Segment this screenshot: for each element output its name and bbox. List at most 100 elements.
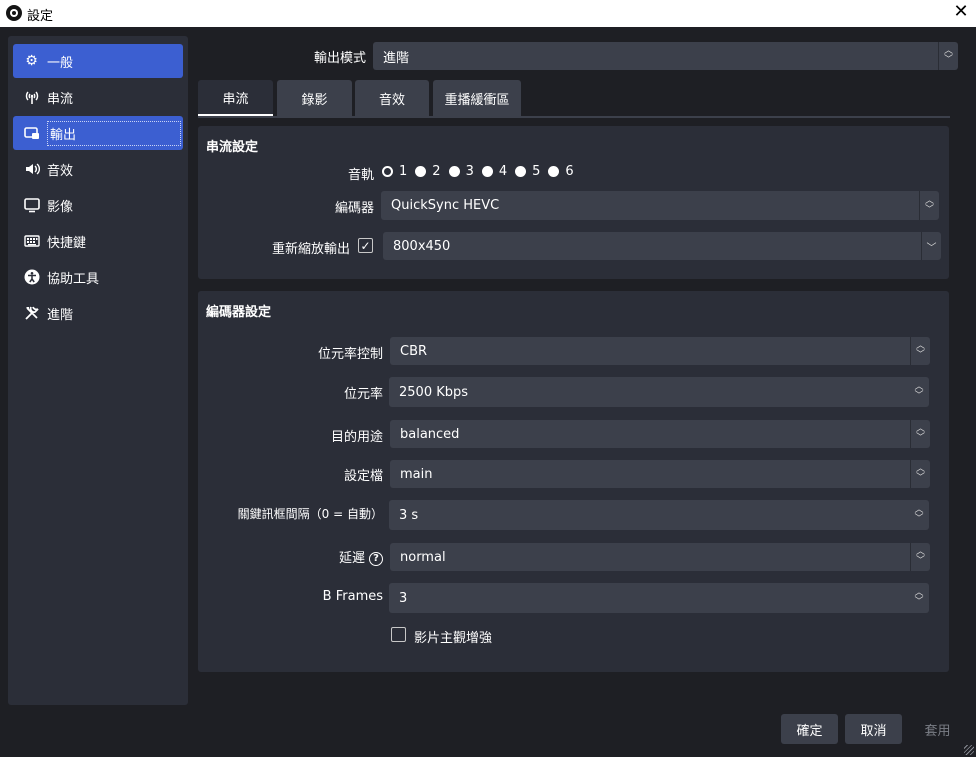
chevron-updown-icon: ︿ ﹀ [919,191,939,220]
sidebar-item-label: 輸出 [47,120,181,146]
chevron-updown-icon: ︿ ﹀ [910,543,930,571]
window-title: 設定 [27,9,54,24]
tab-label: 錄影 [301,92,328,108]
audio-track-radio-3[interactable]: 3 [448,164,474,179]
radio-label: 4 [498,164,508,179]
chevron-updown-icon: ︿ ﹀ [910,460,930,488]
sidebar-item-stream[interactable]: 串流 [13,80,183,114]
output-mode-label: 輸出模式 [313,51,366,66]
subjective-enhancement-label: 影片主觀增強 [414,631,493,646]
chevron-updown-icon: ︿ ﹀ [910,420,930,448]
bframes-value: 3 [399,590,408,606]
latency-value: normal [400,549,446,565]
tab-audio[interactable]: 音效 [355,80,429,116]
ok-button-label: 確定 [796,723,823,739]
rescale-output-checkbox[interactable]: ✓ [358,238,373,253]
stepper-arrows-icon[interactable]: ︿ ﹀ [909,500,929,530]
audio-track-radio-2[interactable]: 2 [415,164,441,179]
bframes-label: B Frames [322,589,383,604]
tab-stream[interactable]: 串流 [198,80,273,116]
target-usage-label: 目的用途 [330,430,383,445]
tab-replay-buffer[interactable]: 重播緩衝區 [433,80,521,116]
sidebar-item-general[interactable]: ⚙ 一般 [13,44,183,78]
tab-label: 串流 [222,91,249,107]
audio-track-radio-group: 1 2 3 4 5 6 [382,164,582,179]
help-icon[interactable]: ? [369,551,383,566]
keyframe-interval-spinbox[interactable]: 3 s ︿ ﹀ [389,500,929,530]
cancel-button-label: 取消 [860,723,887,739]
chevron-updown-icon: ︿ ﹀ [910,337,930,365]
encoder-value: QuickSync HEVC [391,198,500,213]
rate-control-label: 位元率控制 [317,347,383,362]
tab-divider [198,116,950,118]
sidebar-item-label: 一般 [47,55,74,71]
sidebar-item-label: 進階 [47,307,74,323]
keyframe-interval-value: 3 s [399,507,419,523]
stream-settings-panel: 串流設定 音軌 1 2 3 4 5 6 編碼器 QuickSync HEVC ︿… [198,126,949,279]
audio-track-radio-5[interactable]: 5 [515,164,540,179]
sidebar-item-label: 串流 [47,91,74,107]
latency-label: 延遲 [338,551,365,566]
profile-label: 設定檔 [343,469,383,484]
gear-icon: ⚙ [25,53,38,69]
sidebar-item-accessibility[interactable]: 協助工具 [13,260,183,294]
output-mode-value: 進階 [383,50,410,66]
sidebar-item-output[interactable]: 輸出 [13,116,183,150]
audio-track-radio-6[interactable]: 6 [548,164,574,179]
sidebar-item-label: 協助工具 [47,271,100,287]
sidebar-item-label: 音效 [47,163,74,179]
encoder-settings-panel: 編碼器設定 位元率控制 CBR ︿ ﹀ 位元率 2500 Kbps ︿ ﹀ 目的用途… [198,291,949,672]
radio-label: 3 [465,164,474,179]
title-bar: 設定 ✕ [0,0,976,27]
chevron-updown-icon: ︿ ﹀ [938,42,958,70]
encoder-label: 編碼器 [334,201,374,216]
stepper-arrows-icon[interactable]: ︿ ﹀ [909,377,929,407]
tools-icon [23,305,40,322]
latency-select[interactable]: normal ︿ ﹀ [390,543,930,571]
tab-recording[interactable]: 錄影 [277,80,352,116]
audio-track-label: 音軌 [347,168,374,183]
sidebar-item-hotkeys[interactable]: 快捷鍵 [13,224,183,258]
sidebar-item-advanced[interactable]: 進階 [13,296,183,330]
speaker-icon [23,161,40,178]
profile-value: main [400,466,433,482]
profile-select[interactable]: main ︿ ﹀ [390,460,930,488]
output-icon [23,125,40,142]
audio-track-radio-1[interactable]: 1 [382,164,407,179]
resize-grip-icon[interactable] [964,745,974,755]
encoder-select[interactable]: QuickSync HEVC ︿ ﹀ [381,191,939,220]
ok-button[interactable]: 確定 [781,714,838,744]
chevron-down-icon: ﹀ [921,232,941,260]
cancel-button[interactable]: 取消 [845,714,902,744]
rate-control-select[interactable]: CBR ︿ ﹀ [390,337,930,365]
bframes-spinbox[interactable]: 3 ︿ ﹀ [389,583,929,613]
settings-sidebar: ⚙ 一般 串流 輸出 音效 影像 快捷鍵 協助工具 進階 [8,36,188,705]
close-icon[interactable]: ✕ [952,2,970,22]
sidebar-item-label: 影像 [47,199,74,215]
rescale-resolution-select[interactable]: 800x450 ﹀ [383,232,941,260]
rescale-output-label: 重新縮放輸出 [271,242,350,257]
bitrate-spinbox[interactable]: 2500 Kbps ︿ ﹀ [389,377,929,407]
obs-logo-icon [6,5,22,21]
output-mode-select[interactable]: 進階 ︿ ﹀ [373,42,958,70]
apply-button-label: 套用 [924,723,951,739]
radio-label: 1 [399,164,408,179]
radio-dot [382,166,393,177]
rate-control-value: CBR [400,343,428,359]
sidebar-item-video[interactable]: 影像 [13,188,183,222]
sidebar-item-audio[interactable]: 音效 [13,152,183,186]
tab-label: 音效 [378,92,405,108]
radio-dot [448,166,460,177]
radio-label: 2 [432,164,441,179]
radio-label: 5 [532,164,541,179]
audio-track-radio-4[interactable]: 4 [481,164,508,179]
keyboard-icon [23,233,40,250]
radio-dot [515,166,527,177]
encoder-settings-title: 編碼器設定 [206,305,272,320]
target-usage-select[interactable]: balanced ︿ ﹀ [390,420,930,448]
antenna-icon [23,89,40,106]
subjective-enhancement-checkbox[interactable] [391,627,406,642]
stepper-arrows-icon[interactable]: ︿ ﹀ [909,583,929,613]
apply-button[interactable]: 套用 [909,714,966,744]
tab-label: 重播緩衝區 [444,92,510,108]
